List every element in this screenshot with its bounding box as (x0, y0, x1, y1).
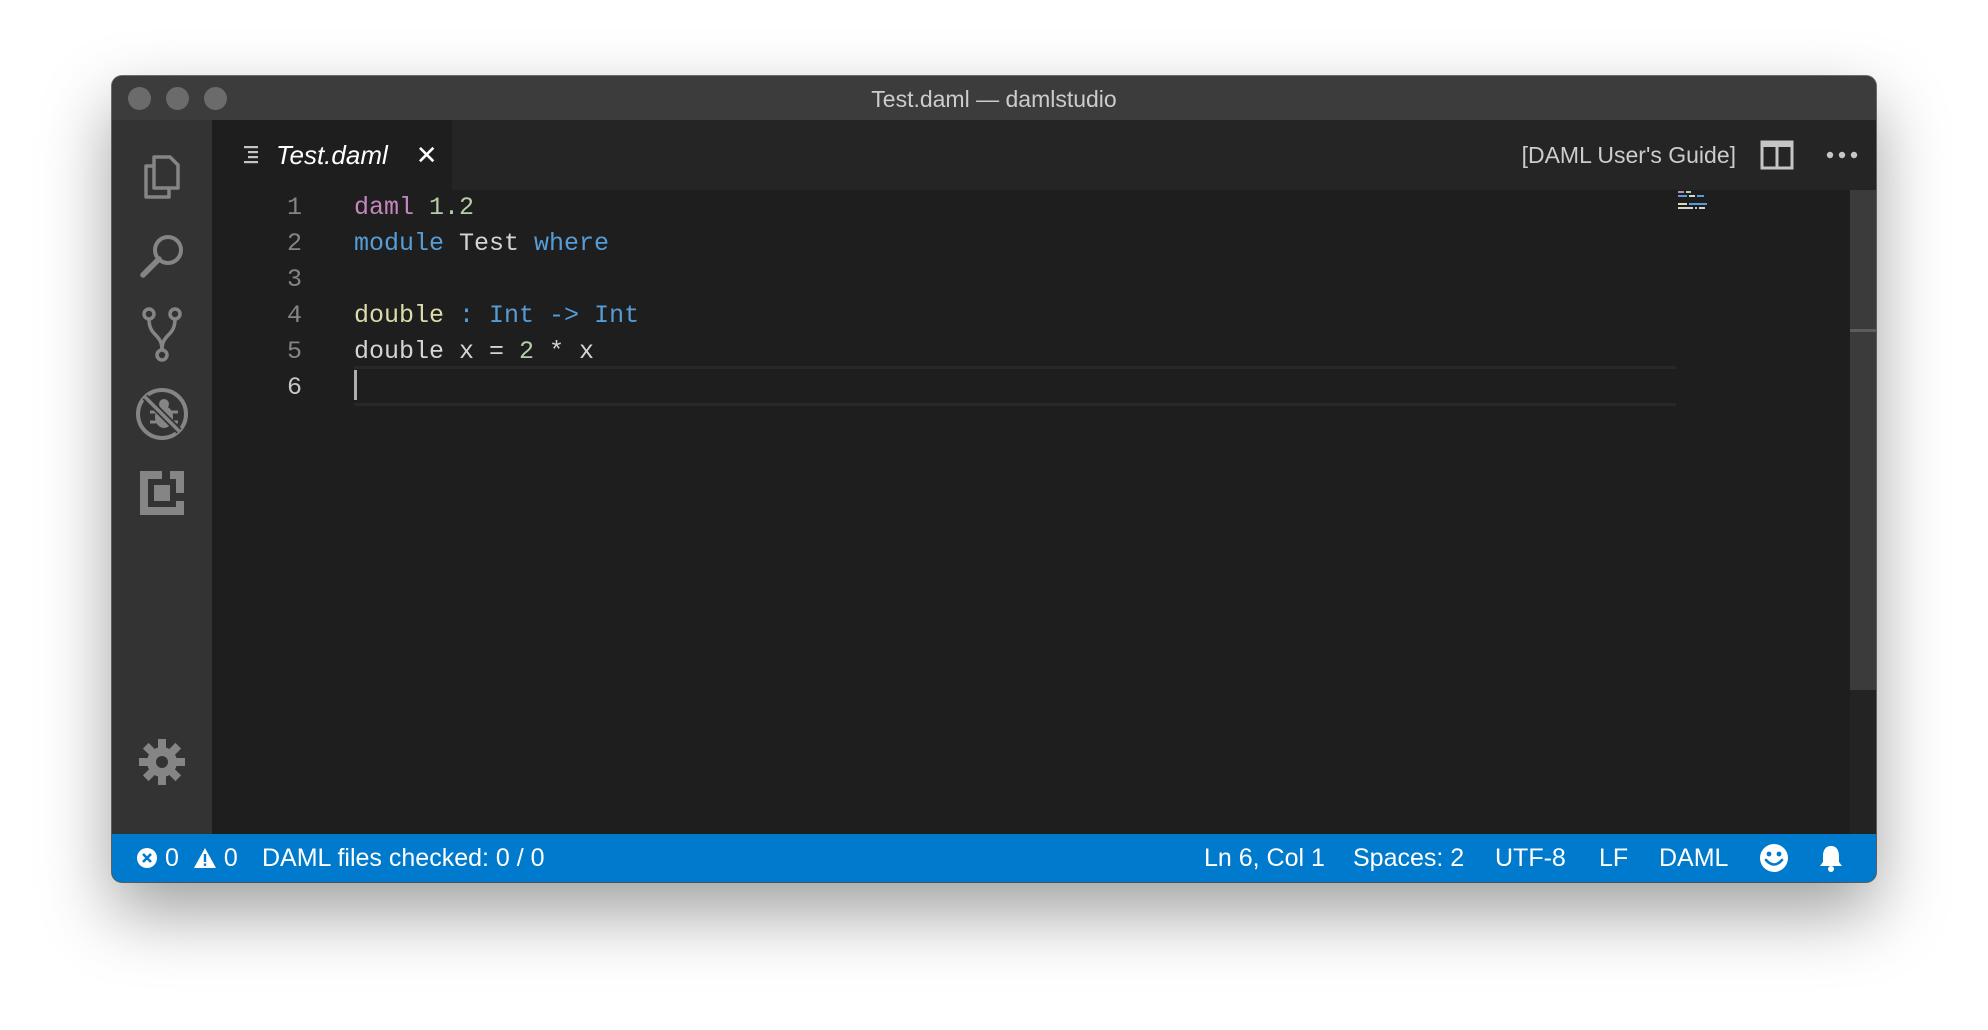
window-title: Test.daml — damlstudio (871, 86, 1117, 112)
more-actions-icon[interactable] (1826, 150, 1858, 160)
code-token: Test (444, 229, 535, 258)
code-token: daml (354, 193, 415, 222)
code-token: Int (489, 301, 535, 330)
vscode-window: Test.daml — damlstudio Test.daml ✕ [DAML… (112, 76, 1876, 882)
file-lines-icon (244, 146, 258, 164)
warning-count: 0 (223, 843, 238, 872)
line-code: double x = 2 * x (354, 334, 594, 370)
editor-actions: [DAML User's Guide] (1522, 120, 1858, 190)
line-code: double : Int -> Int (354, 298, 639, 334)
code-token: : (444, 301, 490, 330)
daml-users-guide-link[interactable]: [DAML User's Guide] (1522, 142, 1736, 169)
search-icon[interactable] (132, 226, 192, 286)
code-token: -> (534, 301, 595, 330)
indentation-setting[interactable]: Spaces: 2 (1353, 834, 1464, 882)
gear-icon[interactable] (132, 732, 192, 792)
source-control-icon[interactable] (132, 305, 192, 365)
code-token: Int (594, 301, 640, 330)
split-editor-icon[interactable] (1760, 140, 1794, 170)
line-code: daml 1.2 (354, 190, 474, 226)
error-icon (137, 848, 157, 868)
code-token: where (534, 229, 610, 258)
tab-label: Test.daml (276, 139, 388, 170)
vertical-scrollbar[interactable] (1850, 190, 1876, 834)
bell-icon[interactable] (1818, 834, 1844, 882)
scrollbar-cursor-marker (1850, 329, 1876, 332)
files-icon[interactable] (132, 147, 192, 207)
close-tab-icon[interactable]: ✕ (416, 140, 438, 171)
line-number: 4 (286, 301, 302, 330)
end-of-line[interactable]: LF (1599, 834, 1628, 882)
line-number: 3 (286, 265, 302, 294)
minimap[interactable] (1678, 190, 1738, 220)
code-editor[interactable]: 1 daml 1.2 2 module Test where 3 4 double : In… (212, 190, 1876, 834)
line-number: 5 (286, 337, 302, 366)
debug-icon[interactable] (132, 384, 192, 444)
scrollbar-thumb[interactable] (1850, 190, 1876, 690)
line-number: 1 (286, 193, 302, 222)
file-encoding[interactable]: UTF-8 (1495, 834, 1566, 882)
code-token: 1.2 (429, 193, 475, 222)
error-count: 0 (165, 843, 179, 872)
line-code: module Test where (354, 226, 609, 262)
code-token: 2 (519, 337, 535, 366)
title-bar: Test.daml — damlstudio (112, 76, 1876, 120)
activity-bar (112, 120, 212, 834)
text-cursor (354, 370, 357, 400)
code-token: double x = (354, 337, 520, 366)
tab-test-daml[interactable]: Test.daml ✕ (212, 120, 452, 190)
smiley-icon[interactable] (1759, 834, 1789, 882)
status-bar: 0 0 DAML files checked: 0 / 0 Ln 6, Col … (112, 834, 1876, 882)
current-line-highlight (354, 366, 1676, 406)
daml-files-checked[interactable]: DAML files checked: 0 / 0 (262, 834, 545, 882)
warning-icon (193, 848, 216, 868)
code-token: double (354, 301, 445, 330)
editor-tab-bar: Test.daml ✕ [DAML User's Guide] (212, 120, 1876, 190)
line-number: 2 (286, 229, 302, 258)
problems-indicator[interactable]: 0 0 (136, 834, 238, 882)
extensions-icon[interactable] (132, 463, 192, 523)
line-number: 6 (286, 373, 302, 402)
cursor-position[interactable]: Ln 6, Col 1 (1204, 834, 1325, 882)
code-token: * x (534, 337, 595, 366)
code-token: module (354, 229, 445, 258)
language-mode[interactable]: DAML (1659, 834, 1728, 882)
